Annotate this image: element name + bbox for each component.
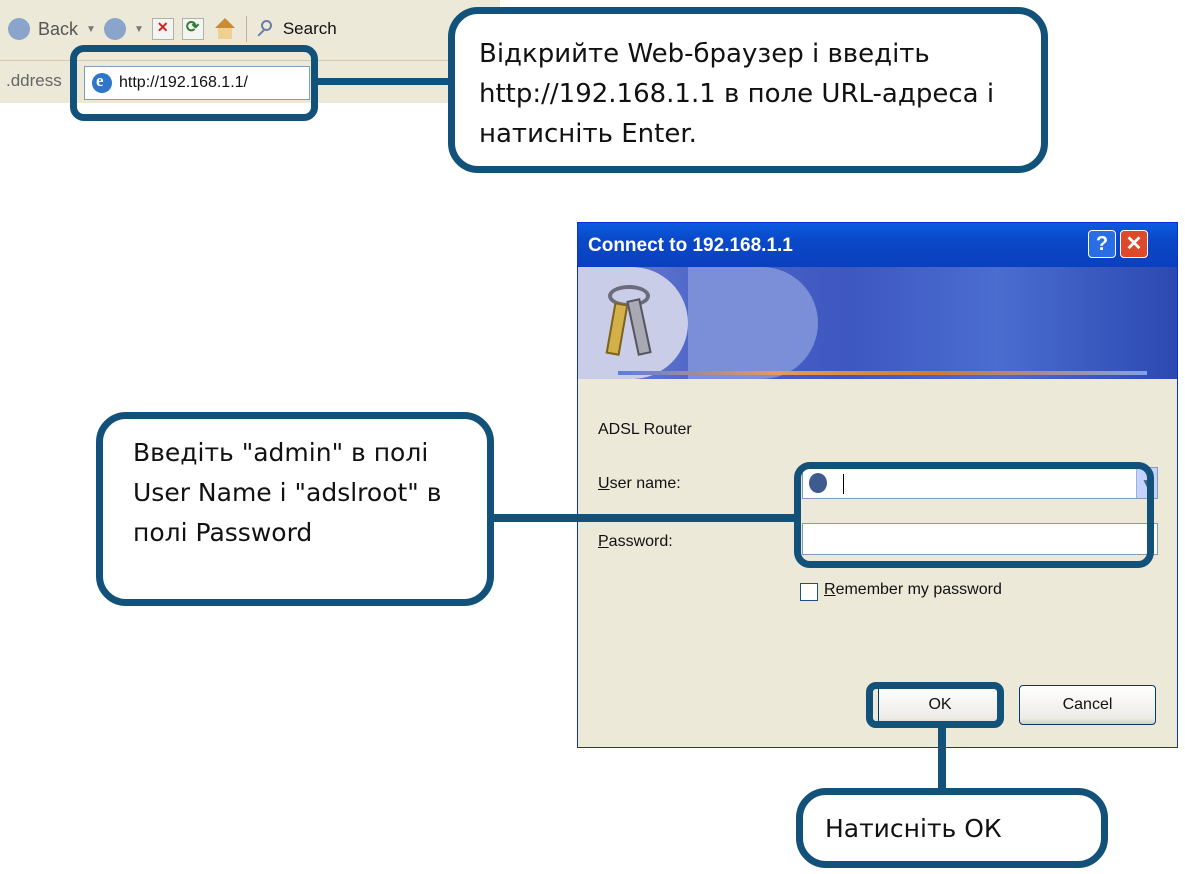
refresh-icon[interactable] — [181, 17, 204, 40]
nav-row: Back ▼ ▼ Search — [8, 12, 337, 46]
help-button[interactable]: ? — [1088, 230, 1116, 258]
stop-icon[interactable] — [151, 18, 174, 40]
remember-password-label[interactable]: Remember my password — [824, 581, 1002, 599]
realm-text: ADSL Router — [598, 421, 692, 438]
back-dropdown-icon[interactable]: ▼ — [86, 24, 96, 35]
forward-dropdown-icon[interactable]: ▼ — [134, 24, 144, 35]
connector-line-ok — [938, 726, 946, 790]
username-label: User name: — [598, 475, 681, 492]
callout-press-ok: Натисніть ОК — [796, 788, 1108, 868]
forward-arrow-icon[interactable] — [103, 18, 126, 40]
back-arrow-icon[interactable] — [8, 18, 30, 40]
connector-line-url — [318, 78, 454, 85]
search-button-label[interactable]: Search — [283, 19, 337, 39]
callout-open-browser: Відкрийте Web-браузер і введіть http://1… — [448, 7, 1048, 173]
keys-icon — [594, 277, 674, 367]
connector-line-credentials — [494, 514, 796, 522]
cancel-button[interactable]: Cancel — [1019, 685, 1156, 725]
back-button-label[interactable]: Back — [38, 19, 78, 40]
ok-highlight — [866, 682, 1004, 728]
dialog-title-bar[interactable]: Connect to 192.168.1.1 ? ✕ — [578, 223, 1177, 267]
credentials-highlight — [794, 462, 1154, 568]
close-button[interactable]: ✕ — [1120, 230, 1148, 258]
callout-enter-credentials: Введіть "admin" в полі User Name і "adsl… — [96, 412, 494, 606]
search-icon[interactable] — [255, 19, 275, 39]
url-highlight — [70, 45, 318, 121]
password-label: Password: — [598, 533, 673, 550]
toolbar-separator — [245, 16, 247, 42]
dialog-title: Connect to 192.168.1.1 — [588, 235, 793, 256]
home-icon[interactable] — [212, 18, 238, 40]
dialog-banner — [578, 267, 1177, 379]
address-label: .ddress — [6, 71, 62, 90]
banner-stripe — [618, 371, 1147, 375]
remember-password-checkbox[interactable] — [800, 583, 818, 601]
